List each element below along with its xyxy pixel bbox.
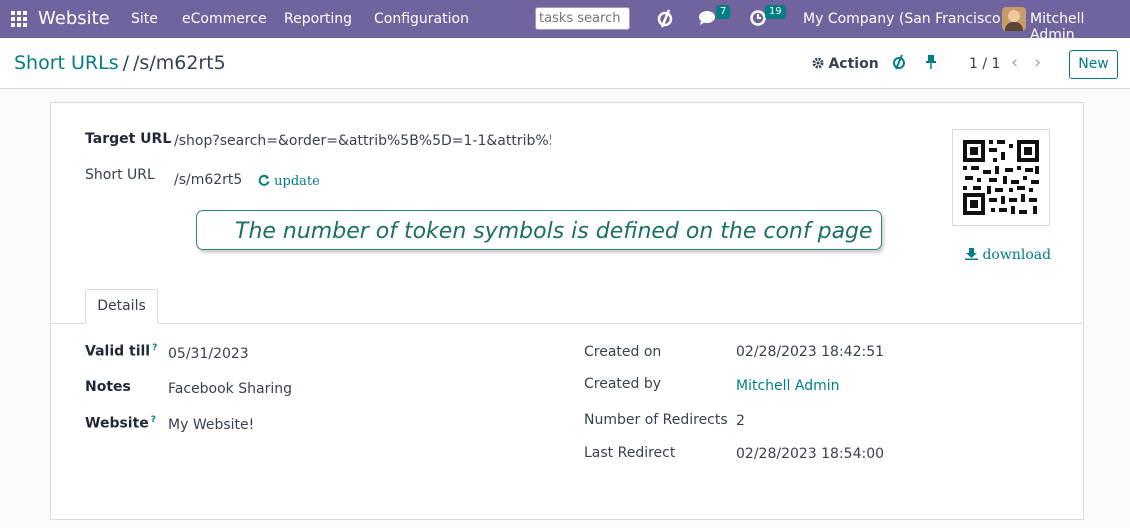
website-field[interactable]: My Website! xyxy=(168,417,254,433)
sync-icon[interactable] xyxy=(892,54,906,74)
action-label: Action xyxy=(828,56,879,72)
breadcrumb-current: /s/m62rt5 xyxy=(133,52,226,74)
pin-icon[interactable] xyxy=(925,54,937,74)
target-url-field[interactable]: /shop?search=&order=&attrib%5B%5D=1-1&at… xyxy=(174,133,551,149)
update-label: update xyxy=(274,174,320,189)
created-on-value: 02/28/2023 18:42:51 xyxy=(736,344,885,360)
valid-till-label-text: Valid till xyxy=(85,343,151,360)
valid-till-field[interactable]: 05/31/2023 xyxy=(168,346,249,362)
control-panel: Short URLs //s/m62rt5 Action 1 / 1 ‹ › Ne… xyxy=(0,38,1130,89)
download-button[interactable]: download xyxy=(965,247,1051,263)
notes-label: Notes xyxy=(85,379,131,395)
messages-icon[interactable] xyxy=(698,8,718,31)
pager-previous-icon[interactable]: ‹ xyxy=(1011,52,1018,73)
created-by-link[interactable]: Mitchell Admin xyxy=(736,378,840,394)
form-sheet: Target URL /shop?search=&order=&attrib%5… xyxy=(50,102,1084,520)
created-by-label: Created by xyxy=(584,376,662,392)
messages-badge: 7 xyxy=(716,5,731,19)
user-avatar[interactable] xyxy=(1002,7,1026,31)
download-icon xyxy=(965,247,982,263)
tabs-divider xyxy=(51,323,1083,324)
new-button[interactable]: New xyxy=(1069,50,1118,79)
last-redirect-value: 02/28/2023 18:54:00 xyxy=(736,446,885,462)
refresh-icon xyxy=(258,174,274,189)
company-switcher[interactable]: My Company (San Francisco) xyxy=(803,11,1006,27)
website-label: Website? xyxy=(85,415,156,432)
gear-icon xyxy=(812,56,828,72)
top-navbar: Website Site eCommerce Reporting Configu… xyxy=(0,0,1130,43)
short-url-value: /s/m62rt5 xyxy=(174,172,243,188)
refresh-icon[interactable] xyxy=(656,8,674,33)
app-name[interactable]: Website xyxy=(38,8,110,29)
breadcrumb-short-urls[interactable]: Short URLs xyxy=(14,52,119,74)
callout-text: The number of token symbols is defined o… xyxy=(235,219,873,244)
help-icon[interactable]: ? xyxy=(150,343,157,353)
website-label-text: Website xyxy=(85,415,149,432)
menu-configuration[interactable]: Configuration xyxy=(374,11,469,27)
breadcrumb-separator: / xyxy=(122,52,130,74)
valid-till-label: Valid till? xyxy=(85,343,157,360)
download-label: download xyxy=(982,247,1052,263)
menu-site[interactable]: Site xyxy=(131,11,158,27)
breadcrumb: Short URLs //s/m62rt5 xyxy=(14,52,226,74)
update-button[interactable]: update xyxy=(258,174,320,189)
qr-code-image xyxy=(952,129,1050,226)
last-redirect-label: Last Redirect xyxy=(584,445,676,461)
menu-ecommerce[interactable]: eCommerce xyxy=(182,11,267,27)
pager-next-icon[interactable]: › xyxy=(1034,52,1041,73)
tab-details[interactable]: Details xyxy=(85,289,158,324)
activities-badge: 19 xyxy=(765,5,786,19)
notes-field[interactable]: Facebook Sharing xyxy=(168,381,292,397)
tooltip-callout: The number of token symbols is defined o… xyxy=(196,210,882,250)
apps-menu-icon[interactable] xyxy=(11,11,27,27)
tasks-search-input[interactable] xyxy=(535,7,630,30)
target-url-label: Target URL xyxy=(85,131,172,147)
help-icon[interactable]: ? xyxy=(149,415,156,425)
redirects-value: 2 xyxy=(736,413,745,429)
short-url-label: Short URL xyxy=(85,167,155,183)
pager-value[interactable]: 1 / 1 xyxy=(969,56,1000,72)
action-menu-button[interactable]: Action xyxy=(812,56,879,72)
menu-reporting[interactable]: Reporting xyxy=(284,11,352,27)
redirects-label: Number of Redirects xyxy=(584,412,728,428)
created-on-label: Created on xyxy=(584,344,662,360)
